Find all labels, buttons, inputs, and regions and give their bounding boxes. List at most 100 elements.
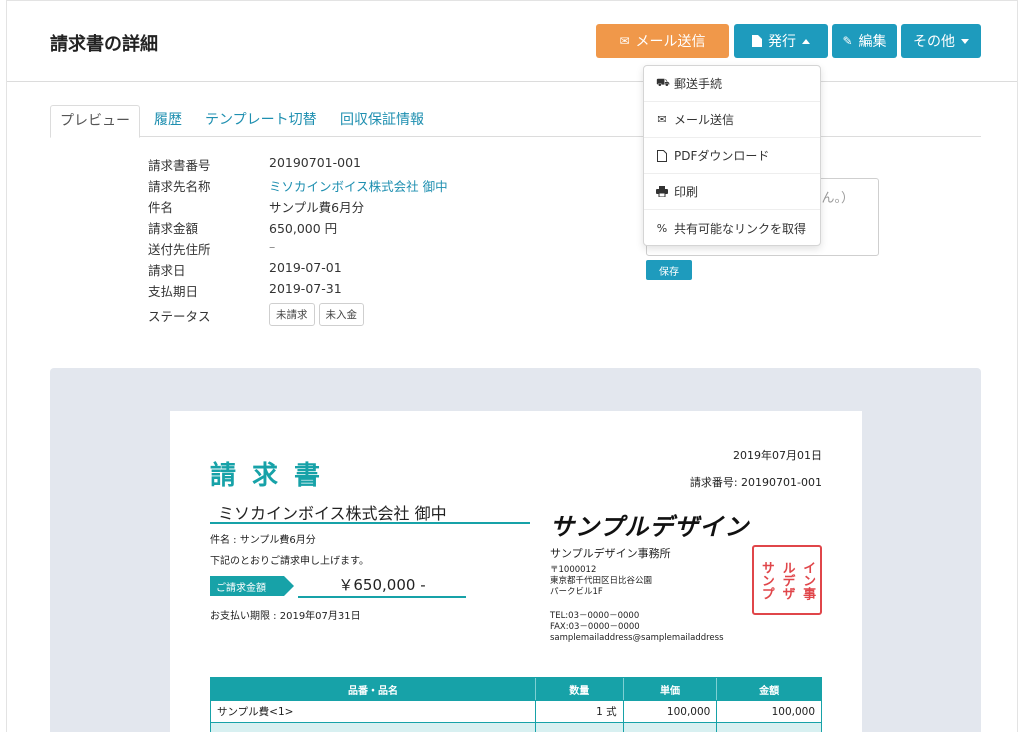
table-cell: 1 式 xyxy=(536,701,624,722)
tab-bar: プレビュー 履歴 テンプレート切替 回収保証情報 xyxy=(50,105,981,138)
status-badge: 未入金 xyxy=(318,303,364,326)
address-line: パークビル1F xyxy=(550,587,603,597)
invoice-table: 品番・品名 数量 単価 金額 サンプル費<1> 1 式 100,000 100,… xyxy=(210,677,822,732)
header-divider xyxy=(7,81,1017,82)
info-row-address: 送付先住所 – xyxy=(148,239,568,259)
invoice-client: ミソカインボイス株式会社 御中 xyxy=(210,500,530,524)
invoice-preview: 2019年07月01日 請求書 請求番号: 20190701-001 ミソカイン… xyxy=(170,411,862,732)
menu-item-label: 共有可能なリンクを取得 xyxy=(674,221,807,236)
seal-text: ルデザ xyxy=(779,560,795,600)
company-tel: TEL:03－0000－0000 xyxy=(550,611,640,621)
info-value: 2019-07-31 xyxy=(269,281,342,296)
status-badge: 未請求 xyxy=(269,303,315,326)
menu-item-label: メール送信 xyxy=(674,113,735,127)
menu-item-postal[interactable]: ⛟ 郵送手続 xyxy=(644,66,820,102)
invoice-title: 請求書 xyxy=(210,461,337,491)
info-value: 2019-07-01 xyxy=(269,260,342,275)
table-cell xyxy=(624,723,718,732)
tab-collection-guarantee[interactable]: 回収保証情報 xyxy=(340,105,424,137)
document-icon xyxy=(752,35,762,47)
tab-history[interactable]: 履歴 xyxy=(154,105,182,137)
tab-preview[interactable]: プレビュー xyxy=(50,105,140,138)
invoice-amount: ￥650,000 - xyxy=(298,574,466,598)
table-cell xyxy=(536,723,624,732)
info-label: 請求金額 xyxy=(148,221,199,236)
info-row-number: 請求書番号 20190701-001 xyxy=(148,155,568,175)
info-value: 650,000 円 xyxy=(269,221,338,236)
info-value: 20190701-001 xyxy=(269,155,361,170)
info-row-client: 請求先名称 ミソカインボイス株式会社 御中 xyxy=(148,176,568,196)
company-contact: TEL:03－0000－0000 FAX:03－0000－0000 sample… xyxy=(550,611,724,644)
info-row-subject: 件名 サンプル費6月分 xyxy=(148,197,568,217)
seal-text: サンプ xyxy=(758,560,774,600)
info-label: 請求書番号 xyxy=(148,158,211,173)
menu-item-label: 郵送手続 xyxy=(674,77,723,91)
page-title: 請求書の詳細 xyxy=(50,34,158,55)
tab-template-switch[interactable]: テンプレート切替 xyxy=(205,105,317,137)
caret-down-icon xyxy=(961,38,969,44)
info-label: 支払期日 xyxy=(148,284,199,299)
info-row-due-date: 支払期日 2019-07-31 xyxy=(148,281,568,301)
invoice-number: 請求番号: 20190701-001 xyxy=(689,476,822,489)
info-row-status: ステータス 未請求 未入金 xyxy=(148,303,568,329)
send-mail-button[interactable]: ✉ メール送信 xyxy=(596,24,729,58)
menu-item-print[interactable]: 印刷 xyxy=(644,174,820,210)
invoice-date: 2019年07月01日 xyxy=(733,449,822,462)
pdf-icon xyxy=(657,149,667,162)
info-label: 請求先名称 xyxy=(148,179,211,194)
table-cell: サンプル費<1> xyxy=(211,701,536,722)
invoice-greeting: 下記のとおりご請求申し上げます。 xyxy=(210,556,369,567)
issue-dropdown-menu: ⛟ 郵送手続 ✉ メール送信 PDFダウンロード 印刷 % 共有可能なリンクを取… xyxy=(643,65,821,246)
info-value: – xyxy=(269,239,276,254)
menu-item-pdf-download[interactable]: PDFダウンロード xyxy=(644,138,820,174)
link-icon: % xyxy=(656,221,668,235)
issue-label: 発行 xyxy=(768,34,796,50)
address-line: 東京都千代田区日比谷公園 xyxy=(550,576,653,586)
truck-icon: ⛟ xyxy=(656,76,670,89)
column-header: 金額 xyxy=(759,685,780,697)
info-label: ステータス xyxy=(148,309,211,324)
edit-label: 編集 xyxy=(858,34,887,50)
table-cell: 100,000 xyxy=(771,705,816,718)
other-button[interactable]: その他 xyxy=(901,24,981,58)
company-address: 〒1000012 東京都千代田区日比谷公園 パークビル1F xyxy=(550,565,652,598)
print-icon xyxy=(656,186,668,197)
caret-up-icon xyxy=(802,38,810,44)
company-fax: FAX:03－0000－0000 xyxy=(550,622,640,632)
amount-label: ご請求金額 xyxy=(210,576,294,596)
column-header: 数量 xyxy=(536,678,624,700)
invoice-subject: 件名 : サンプル費6月分 xyxy=(210,535,316,546)
invoice-due: お支払い期限 : 2019年07月31日 xyxy=(210,611,361,622)
menu-item-label: 印刷 xyxy=(674,185,699,199)
menu-item-label: PDFダウンロード xyxy=(674,149,770,163)
info-label: 送付先住所 xyxy=(148,242,211,257)
table-row xyxy=(211,722,821,732)
pencil-icon: ✎ xyxy=(842,34,853,48)
save-button[interactable]: 保存 xyxy=(646,260,692,280)
send-mail-label: メール送信 xyxy=(635,34,706,50)
menu-item-send-mail[interactable]: ✉ メール送信 xyxy=(644,102,820,138)
edit-button[interactable]: ✎ 編集 xyxy=(832,24,897,58)
table-row: サンプル費<1> 1 式 100,000 100,000 xyxy=(211,700,821,722)
info-row-invoice-date: 請求日 2019-07-01 xyxy=(148,260,568,280)
postal-code: 〒1000012 xyxy=(550,565,597,575)
info-value: サンプル費6月分 xyxy=(269,200,365,215)
table-cell xyxy=(211,723,536,732)
memo-placeholder: ん。） xyxy=(821,191,854,206)
company-email: samplemailaddress@samplemailaddress xyxy=(550,633,724,643)
issue-button[interactable]: 発行 xyxy=(734,24,828,58)
status-badges: 未請求 未入金 xyxy=(269,303,368,326)
table-cell xyxy=(717,723,821,732)
company-seal: サンプ ルデザ イン事 xyxy=(752,545,822,615)
info-row-amount: 請求金額 650,000 円 xyxy=(148,218,568,238)
info-label: 件名 xyxy=(148,200,174,215)
table-header: 品番・品名 数量 単価 金額 xyxy=(211,678,821,700)
envelope-icon: ✉ xyxy=(657,113,667,126)
info-label: 請求日 xyxy=(148,263,186,278)
client-link[interactable]: ミソカインボイス株式会社 御中 xyxy=(269,176,448,195)
envelope-icon: ✉ xyxy=(619,34,630,48)
seal-text: イン事 xyxy=(800,560,816,600)
column-header: 単価 xyxy=(624,678,718,700)
menu-item-share-link[interactable]: % 共有可能なリンクを取得 xyxy=(644,210,820,246)
table-cell: 100,000 xyxy=(624,701,718,722)
